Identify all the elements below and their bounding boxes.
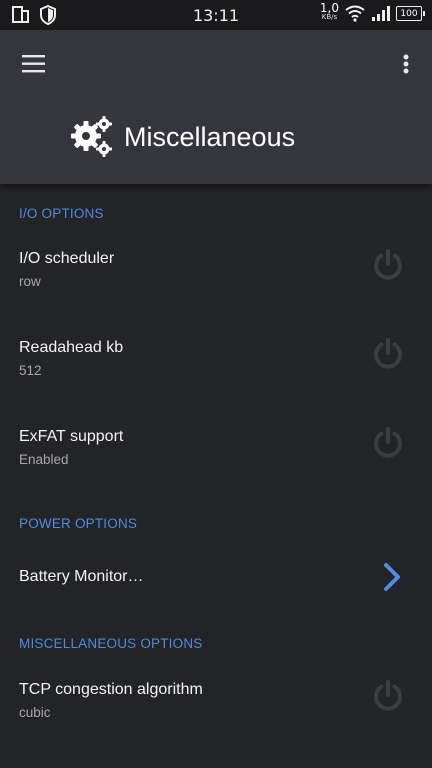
section-header-power-options: POWER OPTIONS <box>19 516 138 531</box>
net-speed: 1,0 KB/s <box>319 1 339 22</box>
list-item-tcp-congestion[interactable]: TCP congestion algorithm cubic <box>0 678 432 761</box>
page-title: Miscellaneous <box>124 121 296 152</box>
item-title: Readahead kb <box>19 339 124 356</box>
signal-icon <box>372 6 390 21</box>
section-header-io-options: I/O OPTIONS <box>19 206 104 221</box>
power-icon[interactable] <box>370 425 406 461</box>
section-header-miscellaneous-options: MISCELLANEOUS OPTIONS <box>19 636 203 651</box>
screen: 13:11 1,0 KB/s 100 Miscellaneous I/O OPT… <box>0 0 432 768</box>
list-item-readahead-kb[interactable]: Readahead kb 512 <box>0 336 432 419</box>
chevron-right-icon[interactable] <box>380 562 404 592</box>
item-title: Battery Monitor… <box>19 568 144 585</box>
battery-icon: 100 <box>396 5 425 21</box>
page-title-block: Miscellaneous <box>68 114 295 160</box>
item-value: 512 <box>19 363 42 378</box>
item-title: TCP congestion algorithm <box>19 681 203 698</box>
item-value: cubic <box>19 705 51 720</box>
power-icon[interactable] <box>370 678 406 714</box>
power-icon[interactable] <box>370 247 406 283</box>
item-title: I/O scheduler <box>19 250 115 267</box>
list-item-io-scheduler[interactable]: I/O scheduler row <box>0 247 432 330</box>
menu-icon[interactable] <box>20 50 48 78</box>
more-options-icon[interactable] <box>394 50 418 78</box>
app-header: Miscellaneous <box>0 30 432 184</box>
item-value: row <box>19 274 41 289</box>
list-item-exfat-support[interactable]: ExFAT support Enabled <box>0 425 432 508</box>
item-title: ExFAT support <box>19 428 124 445</box>
power-icon[interactable] <box>370 336 406 372</box>
gears-icon <box>71 116 112 157</box>
net-speed-unit: KB/s <box>321 13 338 21</box>
status-bar: 13:11 1,0 KB/s 100 <box>0 0 432 30</box>
net-speed-value: 1,0 <box>319 1 339 15</box>
status-right-icons: 1,0 KB/s 100 <box>319 1 425 22</box>
wifi-icon <box>345 5 365 22</box>
item-value: Enabled <box>19 452 69 467</box>
